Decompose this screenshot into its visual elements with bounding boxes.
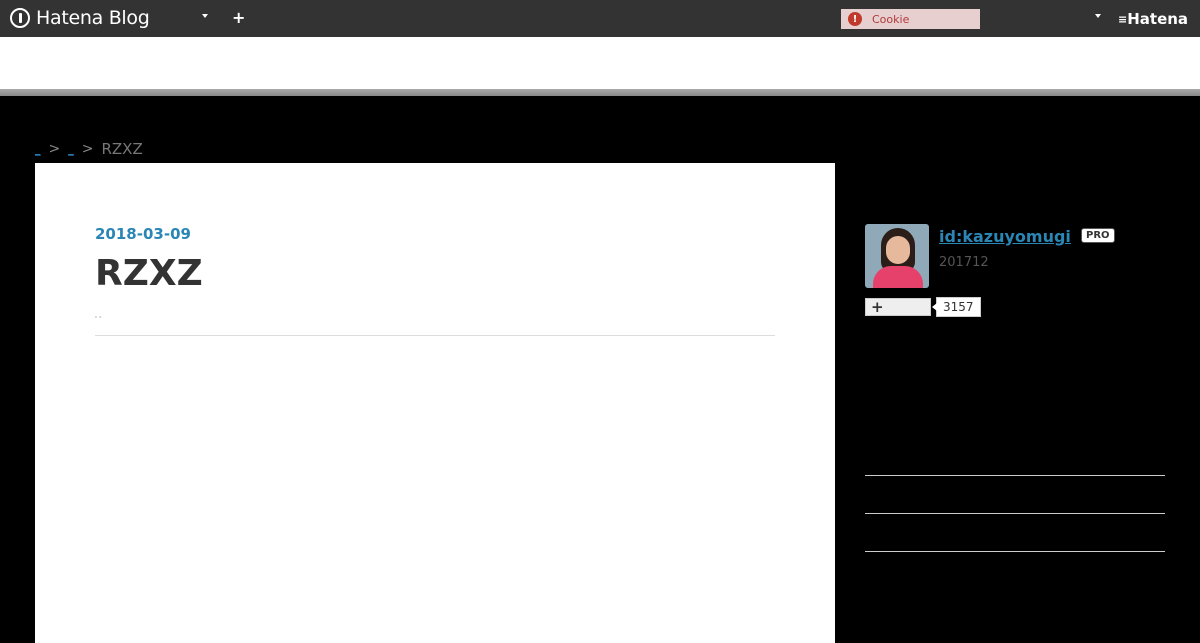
sidebar-divider	[865, 513, 1165, 514]
pro-badge: PRO	[1081, 228, 1115, 243]
hatena-home-link[interactable]: ≡ Hatena	[1118, 10, 1188, 28]
article-divider	[95, 335, 775, 336]
account-menu-chevron-down-icon[interactable]	[1095, 14, 1101, 18]
profile-id-link[interactable]: id:kazuyomugi	[939, 227, 1071, 246]
avatar-shirt	[873, 266, 923, 288]
breadcrumb-separator: >	[81, 141, 94, 157]
breadcrumb-link-top[interactable]: _	[35, 143, 41, 156]
alert-icon: !	[848, 12, 862, 26]
hatena-blog-logo-icon	[10, 8, 30, 28]
header-divider	[0, 89, 1200, 96]
avatar[interactable]	[865, 224, 929, 288]
hatena-wings-icon: ≡	[1118, 12, 1127, 26]
avatar-face	[886, 236, 910, 264]
cookie-notice-label: Cookie	[872, 12, 910, 26]
breadcrumb-link-category[interactable]: _	[68, 143, 74, 156]
profile-since: 201712	[939, 255, 989, 270]
new-post-plus-icon[interactable]: +	[232, 9, 245, 27]
subscribe-button[interactable]: +	[865, 298, 931, 316]
plus-icon: +	[871, 298, 884, 316]
blog-header	[0, 37, 1200, 89]
sidebar-divider	[865, 475, 1165, 476]
subscriber-count: 3157	[932, 297, 981, 317]
article-date-link[interactable]: 2018-03-09	[95, 225, 191, 243]
blog-menu-chevron-down-icon[interactable]	[202, 14, 208, 18]
sidebar-divider	[865, 551, 1165, 552]
hatena-logo-label: Hatena	[1127, 10, 1189, 28]
article-categories: ' '	[95, 315, 102, 323]
breadcrumb: _ > _ > RZXZ	[35, 139, 143, 159]
cookie-notice-button[interactable]: ! Cookie	[841, 9, 980, 29]
article-card: 2018-03-09 RZXZ ' '	[35, 163, 835, 643]
brand-name: Hatena Blog	[36, 7, 150, 29]
hatena-blog-home-link[interactable]: Hatena Blog	[10, 7, 150, 29]
global-header: Hatena Blog + ! Cookie ≡ Hatena	[0, 0, 1200, 37]
breadcrumb-current: RZXZ	[101, 140, 143, 158]
breadcrumb-separator: >	[48, 141, 61, 157]
article-title[interactable]: RZXZ	[95, 253, 203, 294]
